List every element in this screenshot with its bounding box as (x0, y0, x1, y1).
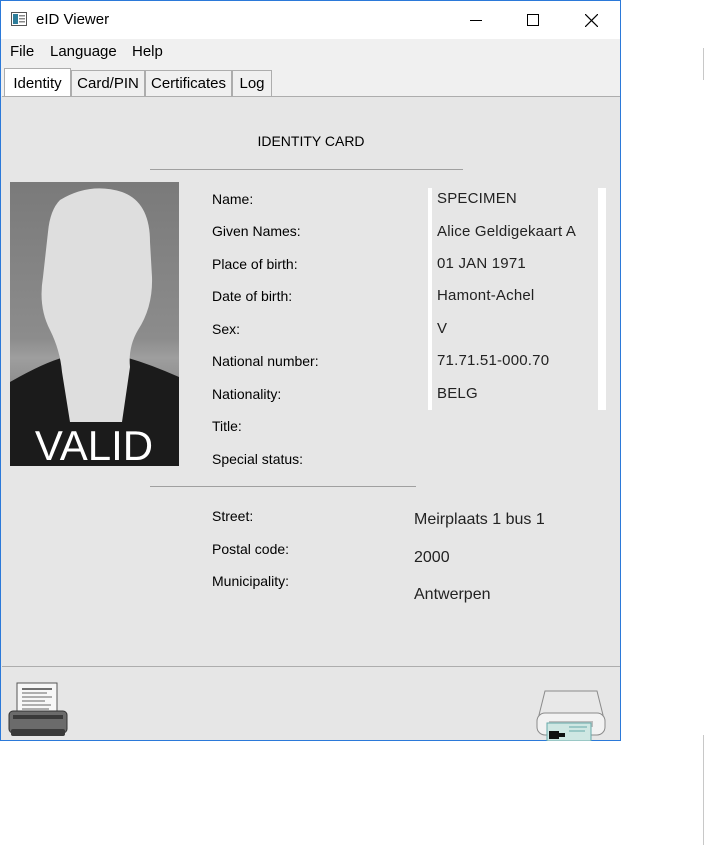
label-sex: Sex: (212, 321, 241, 337)
menu-language[interactable]: Language (50, 43, 117, 60)
identity-panel: IDENTITY CARD VALID Name: Given Names: P… (2, 96, 620, 666)
tab-card-pin[interactable]: Card/PIN (71, 70, 145, 96)
value-place-of-birth: 01 JAN 1971 (437, 255, 526, 272)
label-special-status: Special status: (212, 451, 304, 467)
value-nationality: BELG (437, 385, 478, 402)
print-button[interactable] (7, 681, 69, 739)
label-postal-code: Postal code: (212, 541, 290, 557)
id-photo: VALID (10, 182, 179, 466)
close-button[interactable] (562, 1, 620, 39)
tab-identity[interactable]: Identity (4, 68, 71, 97)
app-icon (11, 12, 27, 26)
tab-bar: Identity Card/PIN Certificates Log (1, 67, 620, 97)
menu-bar: File Language Help (1, 39, 620, 67)
label-street: Street: (212, 508, 254, 524)
value-postal-code: 2000 (414, 549, 450, 566)
label-title: Title: (212, 418, 242, 434)
menu-help[interactable]: Help (132, 43, 163, 60)
menu-file[interactable]: File (10, 43, 34, 60)
label-name: Name: (212, 191, 254, 207)
label-national-number: National number: (212, 353, 319, 369)
minimize-button[interactable] (447, 1, 505, 39)
photo-valid-text: VALID (35, 422, 153, 466)
value-municipality: Antwerpen (414, 586, 491, 603)
label-place-of-birth: Place of birth: (212, 256, 298, 272)
title-bar[interactable]: eID Viewer (1, 1, 620, 39)
eid-viewer-window: eID Viewer File Language Help Identity C… (0, 0, 621, 742)
maximize-icon (527, 14, 539, 26)
label-date-of-birth: Date of birth: (212, 288, 293, 304)
label-given-names: Given Names: (212, 223, 301, 239)
tab-certificates[interactable]: Certificates (145, 70, 232, 96)
card-reader-icon (536, 690, 606, 742)
window-title: eID Viewer (36, 11, 110, 28)
label-municipality: Municipality: (212, 573, 290, 589)
bottom-toolbar (2, 666, 620, 742)
value-name: SPECIMEN (437, 190, 517, 207)
close-icon (584, 13, 598, 27)
value-sex: V (437, 320, 448, 337)
value-national-number: 71.71.51-000.70 (437, 352, 550, 369)
heading-divider (150, 169, 463, 170)
value-street: Meirplaats 1 bus 1 (414, 511, 545, 528)
minimize-icon (470, 20, 482, 21)
maximize-button[interactable] (504, 1, 562, 39)
tab-log[interactable]: Log (232, 70, 272, 96)
identity-card-heading: IDENTITY CARD (257, 133, 365, 149)
value-date-of-birth: Hamont-Achel (437, 287, 535, 304)
printer-icon (8, 682, 68, 736)
address-divider (150, 486, 416, 487)
label-nationality: Nationality: (212, 386, 282, 402)
value-given-names: Alice Geldigekaart A (437, 223, 577, 240)
card-reader-button[interactable] (535, 687, 607, 742)
